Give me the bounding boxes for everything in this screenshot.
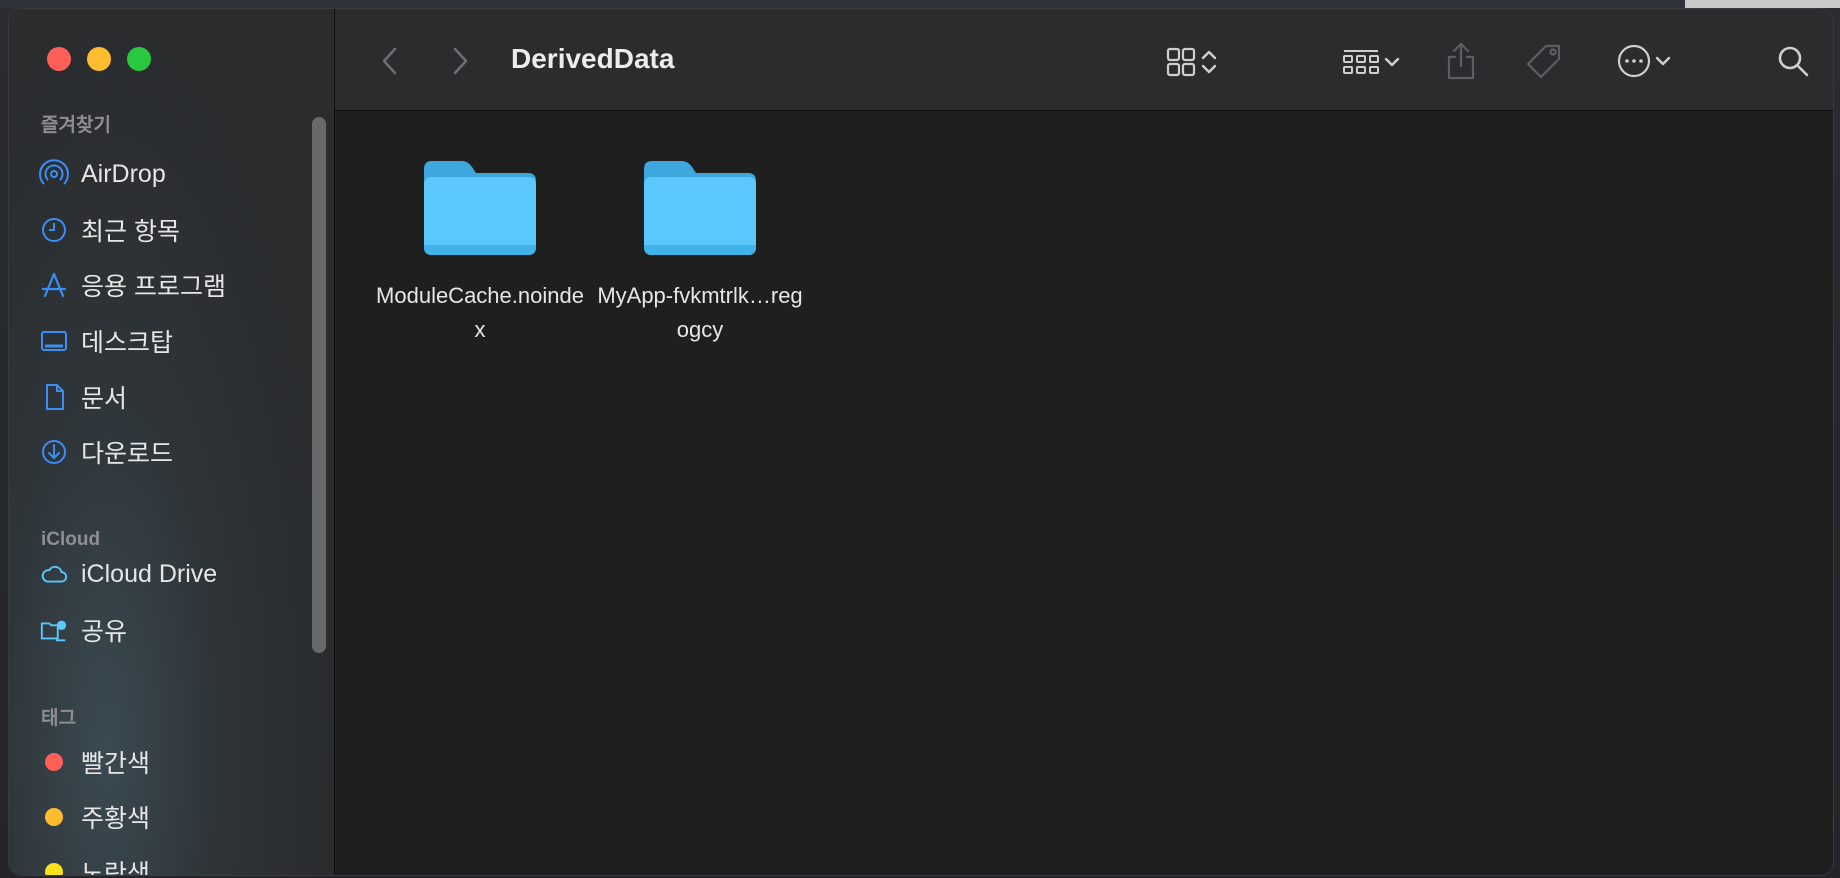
sidebar-item-label: 주황색: [81, 805, 151, 833]
favorites-section-label: 즐겨찾기: [41, 115, 111, 136]
close-window-button[interactable]: [47, 47, 71, 71]
tag-dot-icon: [39, 802, 69, 832]
grid-view-icon: [1166, 47, 1196, 77]
folder-icon: [424, 161, 536, 255]
chevron-down-icon: [1655, 56, 1671, 66]
sidebar-item-tag-yellow[interactable]: 노란색: [39, 852, 309, 876]
window-title: DerivedData: [511, 43, 675, 74]
sidebar-item-label: iCloud Drive: [81, 559, 218, 588]
file-browser-content: ModuleCache.noindex MyApp-fvkmtrlk…regog…: [335, 111, 1833, 875]
folder-item-myapp[interactable]: MyApp-fvkmtrlk…regogcy: [597, 155, 803, 347]
cloud-icon: [39, 559, 69, 589]
tags-section-label: 태그: [41, 708, 76, 729]
zoom-window-button[interactable]: [127, 47, 151, 71]
sidebar-item-label: 빨간색: [81, 750, 151, 778]
sidebar-item-tag-orange[interactable]: 주황색: [39, 797, 309, 837]
toolbar: DerivedData: [335, 9, 1833, 111]
forward-button[interactable]: [445, 43, 475, 79]
chevron-right-icon: [453, 47, 468, 75]
group-icon: [1343, 50, 1379, 74]
sidebar-item-documents[interactable]: 문서: [39, 377, 309, 417]
sidebar: 즐겨찾기 AirDrop 최근 항목 응용 프로그램 데스크탑 문서 다운로드 …: [9, 9, 335, 875]
sidebar-item-shared[interactable]: 공유: [39, 610, 309, 650]
folder-name: MyApp-fvkmtrlk…regogcy: [597, 283, 803, 342]
sidebar-item-desktop[interactable]: 데스크탑: [39, 321, 309, 361]
sidebar-item-label: 공유: [81, 618, 128, 646]
finder-window: 즐겨찾기 AirDrop 최근 항목 응용 프로그램 데스크탑 문서 다운로드 …: [8, 8, 1834, 876]
shared-folder-icon: [39, 615, 69, 645]
share-icon: [1447, 42, 1475, 80]
desktop-top-strip: [0, 0, 1840, 8]
tag-icon: [1526, 44, 1561, 79]
sidebar-item-label: AirDrop: [81, 159, 166, 188]
ellipsis-circle-icon: [1617, 44, 1651, 78]
applications-icon: [39, 270, 69, 300]
sidebar-item-recents[interactable]: 최근 항목: [39, 210, 309, 250]
sidebar-item-downloads[interactable]: 다운로드: [39, 432, 309, 472]
back-button[interactable]: [375, 43, 405, 79]
tag-button[interactable]: [1523, 41, 1565, 83]
folder-name: ModuleCache.noindex: [376, 283, 584, 342]
chevron-updown-icon: [1201, 50, 1217, 74]
tag-dot-icon: [39, 747, 69, 777]
group-by-button[interactable]: [1335, 45, 1409, 79]
folder-icon: [644, 161, 756, 255]
share-button[interactable]: [1443, 39, 1479, 83]
icloud-section-label: iCloud: [41, 529, 101, 550]
airdrop-icon: [39, 159, 69, 189]
sidebar-item-tag-red[interactable]: 빨간색: [39, 742, 309, 782]
clock-icon: [39, 215, 69, 245]
sidebar-item-label: 데스크탑: [81, 329, 174, 357]
chevron-left-icon: [382, 47, 397, 75]
sidebar-item-label: 응용 프로그램: [81, 273, 226, 301]
folder-item-modulecache[interactable]: ModuleCache.noindex: [376, 155, 584, 347]
chevron-down-icon: [1384, 57, 1400, 67]
desktop-top-right-strip: [1685, 0, 1840, 8]
view-mode-button[interactable]: [1155, 45, 1229, 79]
more-actions-button[interactable]: [1605, 43, 1685, 79]
sidebar-item-icloud-drive[interactable]: iCloud Drive: [39, 554, 309, 594]
sidebar-item-label: 문서: [81, 385, 128, 413]
sidebar-item-label: 노란색: [81, 860, 151, 876]
sidebar-item-airdrop[interactable]: AirDrop: [39, 154, 309, 194]
sidebar-item-label: 다운로드: [81, 440, 174, 468]
search-button[interactable]: [1775, 43, 1811, 79]
desktop-icon: [39, 326, 69, 356]
sidebar-scrollbar[interactable]: [312, 117, 326, 653]
search-icon: [1778, 46, 1809, 77]
minimize-window-button[interactable]: [87, 47, 111, 71]
document-icon: [39, 382, 69, 412]
download-icon: [39, 437, 69, 467]
sidebar-item-applications[interactable]: 응용 프로그램: [39, 265, 309, 305]
tag-dot-icon: [39, 857, 69, 875]
sidebar-item-label: 최근 항목: [81, 218, 180, 246]
